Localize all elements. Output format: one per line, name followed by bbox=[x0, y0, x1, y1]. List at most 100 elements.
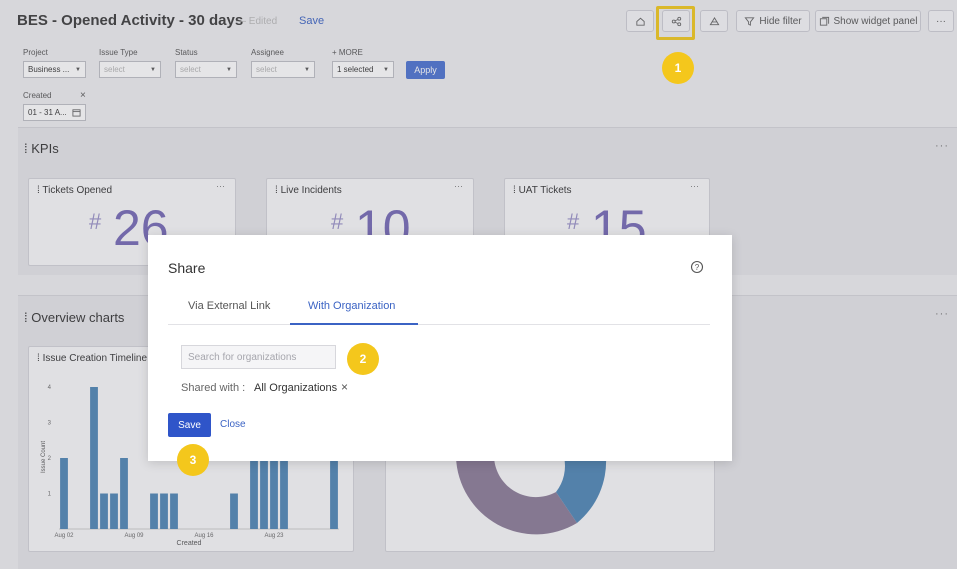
shared-with-value: All Organizations bbox=[254, 382, 338, 394]
x-axis-label: Created bbox=[177, 540, 202, 547]
calendar-icon bbox=[72, 109, 81, 117]
kpi-hash: # bbox=[567, 209, 580, 234]
modal-title: Share bbox=[168, 260, 206, 276]
more-filter-value: 1 selected bbox=[337, 65, 374, 74]
more-icon: ··· bbox=[936, 15, 946, 27]
step-marker-2: 2 bbox=[347, 343, 379, 375]
created-date-value: 01 - 31 A... bbox=[28, 108, 67, 117]
timeline-bar bbox=[230, 493, 238, 529]
timeline-bar bbox=[120, 458, 128, 529]
step-marker-1: 1 bbox=[662, 52, 694, 84]
hide-filter-label: Hide filter bbox=[759, 15, 802, 27]
filter-icon bbox=[744, 16, 755, 26]
layers-button[interactable] bbox=[700, 10, 728, 32]
issue-type-filter-label: Issue Type bbox=[99, 48, 138, 57]
y-tick-label: 2 bbox=[48, 456, 52, 462]
help-icon[interactable]: ? bbox=[690, 260, 704, 274]
kpi-title-text: UAT Tickets bbox=[518, 185, 572, 196]
chevron-down-icon: ▼ bbox=[75, 66, 81, 73]
chevron-down-icon: ▼ bbox=[304, 66, 310, 73]
chevron-down-icon: ▼ bbox=[226, 66, 232, 73]
timeline-bar bbox=[90, 387, 98, 529]
created-date-select[interactable]: 01 - 31 A... bbox=[23, 104, 86, 121]
kpi-title-text: Tickets Opened bbox=[42, 185, 113, 196]
organization-search-input[interactable] bbox=[181, 345, 336, 369]
overview-more-button[interactable]: ··· bbox=[935, 308, 949, 320]
chevron-down-icon: ▼ bbox=[150, 66, 156, 73]
remove-organization-icon[interactable]: × bbox=[341, 380, 348, 394]
project-filter-select[interactable]: Business ... ▼ bbox=[23, 61, 86, 78]
share-highlight-box bbox=[656, 6, 695, 40]
timeline-bar bbox=[260, 458, 268, 529]
y-tick-label: 3 bbox=[48, 421, 52, 427]
y-tick-label: 1 bbox=[48, 492, 52, 498]
overview-title-text: Overview charts bbox=[31, 310, 125, 325]
y-tick-label: 4 bbox=[48, 385, 52, 391]
svg-text:?: ? bbox=[695, 263, 700, 272]
header-more-button[interactable]: ··· bbox=[928, 10, 954, 32]
header-save-link[interactable]: Save bbox=[299, 15, 324, 27]
kpi-more-button[interactable]: ··· bbox=[454, 181, 463, 191]
dashboard-title: BES - Opened Activity - 30 days bbox=[17, 12, 244, 29]
overview-panel-title: ⁞ Overview charts bbox=[24, 310, 125, 325]
kpi-title-text: Live Incidents bbox=[280, 185, 342, 196]
assignee-filter-label: Assignee bbox=[251, 48, 284, 57]
timeline-bar bbox=[60, 458, 68, 529]
tab-via-external-link[interactable]: Via External Link bbox=[188, 300, 270, 312]
home-button[interactable] bbox=[626, 10, 654, 32]
assignee-filter-select[interactable]: select ▼ bbox=[251, 61, 315, 78]
show-widget-panel-button[interactable]: Show widget panel bbox=[815, 10, 921, 32]
active-tab-indicator bbox=[290, 323, 418, 325]
kpi-hash: # bbox=[331, 209, 344, 234]
kpis-title-text: KPIs bbox=[31, 141, 59, 156]
x-tick-label: Aug 09 bbox=[124, 533, 144, 539]
issue-type-placeholder: select bbox=[104, 65, 125, 74]
project-filter-label: Project bbox=[23, 48, 48, 57]
kpi-hash: # bbox=[89, 209, 102, 234]
tab-with-organization[interactable]: With Organization bbox=[308, 300, 395, 312]
kpis-more-button[interactable]: ··· bbox=[935, 140, 949, 152]
kpi-title: ⁞ Live Incidents bbox=[275, 185, 342, 196]
modal-save-button[interactable]: Save bbox=[168, 413, 211, 437]
timeline-bar bbox=[280, 458, 288, 529]
show-widget-panel-label: Show widget panel bbox=[833, 15, 918, 27]
share-modal: Share ? Via External Link With Organizat… bbox=[148, 235, 732, 461]
assignee-placeholder: select bbox=[256, 65, 277, 74]
timeline-bar bbox=[160, 493, 168, 529]
kpi-more-button[interactable]: ··· bbox=[216, 181, 225, 191]
layers-icon bbox=[709, 16, 719, 25]
created-filter-remove[interactable]: × bbox=[80, 90, 86, 101]
issue-type-filter-select[interactable]: select ▼ bbox=[99, 61, 161, 78]
status-filter-label: Status bbox=[175, 48, 198, 57]
modal-close-link[interactable]: Close bbox=[220, 419, 246, 430]
timeline-bar bbox=[170, 493, 178, 529]
timeline-bar bbox=[330, 458, 338, 529]
shared-with-label: Shared with : bbox=[181, 382, 246, 394]
timeline-bar bbox=[270, 458, 278, 529]
timeline-bar bbox=[250, 458, 258, 529]
dashboard-header: BES - Opened Activity - 30 days — Edited… bbox=[0, 0, 957, 42]
x-tick-label: Aug 02 bbox=[54, 533, 74, 539]
status-placeholder: select bbox=[180, 65, 201, 74]
widget-panel-icon bbox=[819, 16, 829, 26]
x-tick-label: Aug 23 bbox=[264, 533, 284, 539]
chevron-down-icon: ▼ bbox=[383, 66, 389, 73]
status-filter-select[interactable]: select ▼ bbox=[175, 61, 237, 78]
more-filters-link[interactable]: + MORE bbox=[332, 48, 363, 57]
kpi-title: ⁞ UAT Tickets bbox=[513, 185, 572, 196]
timeline-bar bbox=[110, 493, 118, 529]
kpi-title: ⁞ Tickets Opened bbox=[37, 185, 113, 196]
created-filter-label: Created bbox=[23, 91, 52, 100]
y-axis-label: Issue Count bbox=[41, 441, 47, 473]
project-filter-value: Business ... bbox=[28, 65, 70, 74]
x-tick-label: Aug 16 bbox=[194, 533, 214, 539]
apply-filters-button[interactable]: Apply bbox=[406, 61, 445, 79]
timeline-bar bbox=[100, 493, 108, 529]
kpi-more-button[interactable]: ··· bbox=[690, 181, 699, 191]
edited-indicator: — Edited bbox=[236, 16, 278, 27]
kpis-panel-title: ⁞ KPIs bbox=[24, 141, 59, 156]
hide-filter-button[interactable]: Hide filter bbox=[736, 10, 810, 32]
tab-divider bbox=[168, 324, 710, 325]
more-filter-select[interactable]: 1 selected ▼ bbox=[332, 61, 394, 78]
timeline-bar bbox=[150, 493, 158, 529]
